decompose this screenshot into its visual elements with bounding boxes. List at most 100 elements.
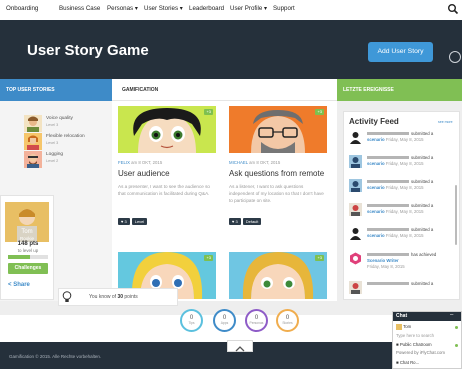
stat-personas[interactable]: 0 Personas bbox=[245, 309, 268, 332]
points-tooltip: You know of 30 points bbox=[58, 288, 178, 306]
people-icon: ■ bbox=[396, 360, 399, 365]
feed-object[interactable]: scenario Friday, May 8, 2015 bbox=[367, 161, 424, 166]
card-author[interactable]: MICHAEL bbox=[229, 160, 248, 165]
nav-user-profile[interactable]: User Profile ▾ bbox=[230, 5, 267, 12]
score-badge: +3 bbox=[204, 255, 213, 261]
challenges-button[interactable]: Challenges bbox=[8, 263, 48, 274]
settings-icon[interactable] bbox=[449, 51, 461, 63]
gamification-header: GAMIFICATION bbox=[112, 79, 337, 101]
feed-actor: submitted a bbox=[367, 227, 433, 232]
avatar bbox=[24, 133, 42, 150]
nav-business-case[interactable]: Business Case bbox=[59, 5, 100, 12]
card-meta: MICHAEL am 8 OKT, 2015 bbox=[229, 160, 280, 165]
score-badge: +3 bbox=[315, 109, 324, 115]
card-date: am 8 OKT, 2015 bbox=[249, 160, 281, 165]
profile-points: 148 pts bbox=[17, 241, 39, 247]
add-user-story-button[interactable]: Add User Story bbox=[368, 42, 433, 62]
card-meta: FELIX am 8 OKT, 2015 bbox=[118, 160, 162, 165]
bulb-icon bbox=[62, 291, 72, 302]
feed-actor: submitted a bbox=[367, 155, 433, 160]
card-title[interactable]: User audience bbox=[118, 169, 170, 178]
feed-item[interactable]: submitted a scenario Friday, May 8, 2015 bbox=[349, 224, 457, 250]
feed-object[interactable]: scenario Friday, May 8, 2015 bbox=[367, 209, 424, 214]
chevron-up-icon bbox=[235, 346, 245, 352]
score-badge: +3 bbox=[204, 109, 213, 115]
nav-support[interactable]: Support bbox=[273, 5, 295, 12]
user-avatar-icon bbox=[349, 179, 362, 192]
feed-item[interactable]: submitted a scenario Friday, May 8, 2015 bbox=[349, 128, 457, 154]
story-level: Level 3 bbox=[46, 123, 59, 127]
avatar bbox=[24, 151, 42, 168]
chat-room-item[interactable]: ■ Chat Ro... bbox=[396, 360, 419, 365]
score-badge: +3 bbox=[315, 255, 324, 261]
chat-room-item[interactable]: ■ Public Chatroom bbox=[396, 342, 432, 347]
card-title[interactable]: Ask questions from remote bbox=[229, 169, 324, 178]
feed-date: Friday, May 8, 2015 bbox=[367, 264, 405, 269]
card-image bbox=[229, 252, 327, 299]
stat-stories[interactable]: 0 Stories bbox=[276, 309, 299, 332]
chat-header[interactable]: Chat – bbox=[393, 312, 461, 321]
see-more-link[interactable]: see more bbox=[438, 120, 453, 124]
profile-points-caption: to level up bbox=[17, 248, 39, 253]
chat-search-input[interactable]: Type here to search bbox=[396, 333, 434, 338]
card-image bbox=[229, 106, 327, 153]
feed-actor: has achieved bbox=[367, 252, 436, 257]
like-count[interactable]: ♥ 3 bbox=[118, 218, 130, 225]
nav-onboarding[interactable]: Onboarding bbox=[6, 5, 38, 12]
nav-user-stories[interactable]: User Stories ▾ bbox=[144, 5, 183, 12]
feed-object[interactable]: Scenario Writer bbox=[367, 258, 399, 263]
feed-object[interactable]: scenario Friday, May 8, 2015 bbox=[367, 233, 424, 238]
level-progress-bar bbox=[8, 255, 48, 259]
feed-scrollbar[interactable] bbox=[455, 185, 457, 245]
card-tag[interactable]: Default bbox=[242, 218, 262, 225]
level-progress-fill bbox=[8, 255, 30, 259]
nav-leaderboard[interactable]: Leaderboard bbox=[189, 5, 224, 12]
minimize-icon[interactable]: – bbox=[450, 312, 453, 318]
feed-actor: submitted a bbox=[367, 203, 433, 208]
page-title: User Story Game bbox=[27, 42, 149, 59]
card-author[interactable]: FELIX bbox=[118, 160, 130, 165]
card-tags: ♥ 3 Default bbox=[229, 210, 263, 225]
people-icon: ■ bbox=[396, 342, 399, 347]
avatar bbox=[24, 115, 42, 132]
activity-feed: Activity Feed see more submitted a scena… bbox=[343, 111, 460, 300]
feed-item[interactable]: submitted a scenario Friday, May 8, 2015 bbox=[349, 200, 457, 226]
user-silhouette-icon bbox=[350, 228, 361, 240]
online-status-dot bbox=[455, 344, 458, 347]
nav-personas[interactable]: Personas ▾ bbox=[107, 5, 138, 12]
stat-tips[interactable]: 0 Tips bbox=[180, 309, 203, 332]
share-button[interactable]: < Share bbox=[8, 282, 30, 288]
stat-apps[interactable]: 0 Apps bbox=[213, 309, 236, 332]
share-icon: < bbox=[8, 282, 12, 288]
scroll-to-top-button[interactable] bbox=[227, 340, 253, 352]
chat-user[interactable]: Tom bbox=[396, 324, 411, 330]
avatar bbox=[396, 324, 402, 330]
card-description: As a listener, I want to ask questions i… bbox=[229, 184, 324, 203]
user-story-card[interactable]: +3 bbox=[229, 252, 327, 300]
card-description: As a presenter, I want to see the audien… bbox=[118, 184, 210, 196]
feed-actor: submitted a bbox=[367, 281, 433, 286]
top-navbar: Onboarding Business Case Personas ▾ User… bbox=[0, 0, 462, 21]
user-avatar-icon bbox=[349, 281, 362, 294]
story-level: Level 2 bbox=[46, 159, 59, 163]
share-label: Share bbox=[13, 282, 30, 288]
feed-item[interactable]: submitted a scenario Friday, May 8, 2015 bbox=[349, 152, 457, 178]
feed-item[interactable]: has achieved Scenario Writer Friday, May… bbox=[349, 249, 457, 275]
feed-object[interactable]: scenario Friday, May 8, 2015 bbox=[367, 137, 424, 142]
story-name: Flexible relocation bbox=[46, 134, 85, 139]
search-icon[interactable] bbox=[447, 3, 459, 15]
user-avatar-icon bbox=[349, 203, 362, 216]
user-silhouette-icon bbox=[350, 132, 361, 144]
page-header: User Story Game Add User Story bbox=[0, 20, 462, 79]
feed-object[interactable]: scenario Friday, May 8, 2015 bbox=[367, 185, 424, 190]
activity-feed-title: Activity Feed bbox=[349, 117, 399, 126]
recent-events-header: LETZTE EREIGNISSE bbox=[337, 79, 462, 101]
card-tag[interactable]: Level bbox=[131, 218, 148, 225]
story-name: Voice quality bbox=[46, 116, 73, 121]
feed-item[interactable]: submitted a scenario Friday, May 8, 2015 bbox=[349, 176, 457, 202]
card-image bbox=[118, 106, 216, 153]
chat-panel: Chat – Tom Type here to search ■ Public … bbox=[392, 311, 462, 369]
feed-item[interactable]: submitted a bbox=[349, 278, 457, 299]
like-count[interactable]: ♥ 3 bbox=[229, 218, 241, 225]
card-tags: ♥ 3 Level bbox=[118, 210, 149, 225]
